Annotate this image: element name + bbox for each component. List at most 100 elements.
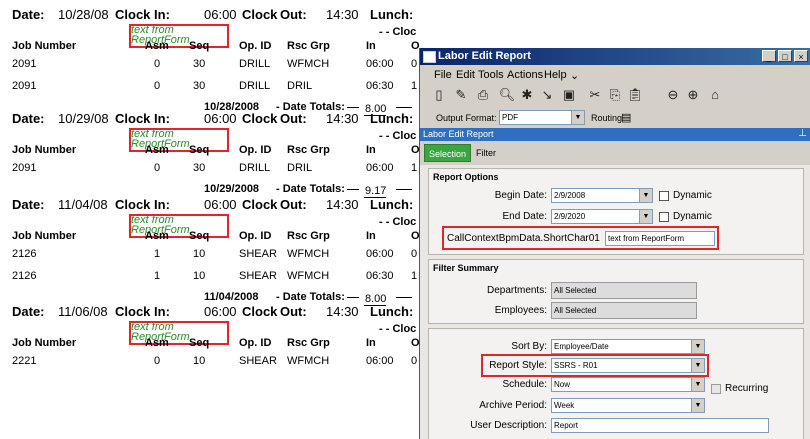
app-icon	[423, 51, 436, 63]
recurring-checkbox[interactable]	[711, 384, 721, 394]
job-number-cell: 2221	[12, 355, 37, 367]
col-op-id: Op. ID	[239, 40, 272, 52]
in-cell: 06:30	[366, 80, 394, 92]
title-bar: Labor Edit Report _ □ ×	[420, 48, 810, 65]
menu-file[interactable]: File	[434, 69, 452, 81]
home-icon[interactable]: ⌂	[706, 86, 724, 104]
cut-icon[interactable]: ✂	[586, 86, 604, 104]
col-asm: Asm	[145, 144, 169, 156]
dash-separator	[396, 107, 412, 108]
panel-title: Labor Edit Report	[423, 129, 494, 139]
out-label: Out:	[280, 7, 307, 22]
minimize-button[interactable]: _	[762, 50, 776, 62]
print-icon[interactable]: ⎙	[474, 86, 492, 104]
out-label: Out:	[280, 111, 307, 126]
asm-cell: 0	[154, 80, 161, 92]
col-job-number: Job Number	[12, 40, 77, 52]
clock-label: Clock	[242, 197, 278, 212]
chevron-down-icon: ▼	[691, 399, 704, 412]
clear-icon[interactable]: ✎	[452, 86, 470, 104]
job-number-cell: 2091	[12, 80, 37, 92]
end-date-field[interactable]: 2/9/2020 ▼	[551, 209, 653, 224]
dash-separator	[347, 189, 359, 190]
clock-section-label: - - Cloc	[379, 130, 417, 142]
col-op-id: Op. ID	[239, 337, 272, 349]
back-icon[interactable]: ⊖	[664, 86, 682, 104]
tab-filter[interactable]: Filter	[472, 144, 500, 162]
paste-icon[interactable]: 📋︎	[626, 86, 644, 104]
col-asm: Asm	[145, 230, 169, 242]
rsc-grp-cell: WFMCH	[287, 270, 330, 282]
submit-icon[interactable]: ↘	[538, 86, 556, 104]
begin-dynamic-checkbox[interactable]	[659, 191, 669, 201]
dash-separator	[396, 189, 412, 190]
rsc-grp-cell: WFMCH	[287, 248, 330, 260]
employees-field[interactable]: All Selected	[551, 302, 697, 319]
begin-date-label: Begin Date:	[494, 190, 547, 201]
end-dynamic-label: Dynamic	[673, 211, 712, 222]
calendar-dropdown-icon: ▼	[639, 210, 652, 223]
new-icon[interactable]: ▯	[430, 86, 448, 104]
out-cell: 0	[411, 58, 418, 70]
archive-period-select[interactable]: Week ▼	[551, 398, 705, 413]
sort-by-select[interactable]: Employee/Date ▼	[551, 339, 705, 354]
departments-label: Departments:	[486, 285, 547, 296]
menu-edit[interactable]: Edit	[456, 69, 475, 81]
copy-icon[interactable]: ⎘	[606, 86, 624, 104]
departments-field[interactable]: All Selected	[551, 282, 697, 299]
window-title: Labor Edit Report	[438, 50, 531, 62]
date-total-value: 9.17	[365, 185, 387, 197]
begin-date-field[interactable]: 2/9/2008 ▼	[551, 188, 653, 203]
col-seq: Seq	[189, 144, 210, 156]
op-id-cell: DRILL	[239, 80, 271, 92]
sort-by-label: Sort By:	[511, 341, 547, 352]
maximize-button[interactable]: □	[778, 50, 792, 62]
asm-cell: 0	[154, 162, 161, 174]
tab-selection[interactable]: Selection	[424, 144, 472, 162]
output-format-value: PDF	[502, 113, 518, 122]
highlight-box	[129, 128, 229, 152]
highlight-box	[129, 214, 229, 238]
col-in: In	[366, 40, 376, 52]
asm-cell: 1	[154, 248, 161, 260]
seq-cell: 30	[193, 80, 206, 92]
print-preview-icon[interactable]: 🔍︎	[498, 86, 516, 104]
clock-in-label: Clock In:	[115, 197, 170, 212]
seq-cell: 10	[193, 248, 206, 260]
clock-label: Clock	[242, 304, 278, 319]
date-value: 11/06/08	[58, 304, 108, 319]
in-cell: 06:00	[366, 162, 394, 174]
col-job-number: Job Number	[12, 230, 77, 242]
menu-tools[interactable]: Tools	[478, 69, 504, 81]
recurring-label: Recurring	[725, 383, 769, 394]
close-button[interactable]: ×	[794, 50, 808, 62]
col-rsc-grp: Rsc Grp	[287, 144, 330, 156]
out-cell: 1	[411, 162, 418, 174]
rsc-grp-cell: WFMCH	[287, 58, 330, 70]
schedule-select[interactable]: Now ▼	[551, 377, 705, 392]
generate-icon[interactable]: ✱	[518, 86, 536, 104]
clock-label: Clock	[242, 7, 278, 22]
sort-by-value: Employee/Date	[554, 342, 609, 351]
end-dynamic-checkbox[interactable]	[659, 212, 669, 222]
pin-icon[interactable]: ⊥	[798, 128, 807, 139]
output-format-select[interactable]: PDF ▼	[499, 110, 585, 125]
clock-out-value: 14:30	[326, 7, 359, 22]
user-description-field[interactable]: Report	[551, 418, 769, 433]
forward-icon[interactable]: ⊕	[684, 86, 702, 104]
highlight-box	[481, 354, 709, 377]
date-label: Date:	[12, 304, 45, 319]
selection-panel: Report Options Begin Date: 2/9/2008 ▼ Dy…	[420, 165, 810, 439]
clock-section-label: - - Cloc	[379, 216, 417, 228]
menu-actions[interactable]: Actions	[507, 69, 543, 81]
menu-overflow-icon[interactable]: ⌄	[570, 69, 579, 82]
in-cell: 06:00	[366, 355, 394, 367]
routing-icon[interactable]: ▤	[621, 111, 631, 124]
schedule-icon[interactable]: ▣	[560, 86, 578, 104]
dash-separator	[347, 107, 359, 108]
out-label: Out:	[280, 304, 307, 319]
menu-help[interactable]: Help	[544, 69, 567, 81]
routing-label: Routing	[591, 113, 623, 123]
user-description-label: User Description:	[470, 420, 547, 431]
archive-period-value: Week	[554, 401, 575, 410]
